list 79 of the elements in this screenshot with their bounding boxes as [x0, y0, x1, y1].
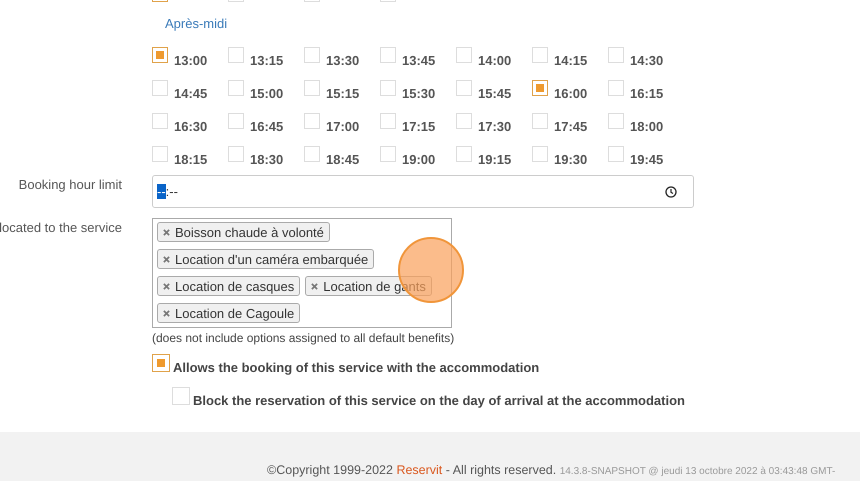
time-label: 16:00 — [554, 86, 588, 101]
clock-icon[interactable] — [665, 186, 677, 198]
time-label: 18:30 — [250, 152, 284, 167]
remove-icon[interactable] — [163, 282, 170, 290]
tag-chip[interactable]: Location de Cagoule — [157, 303, 300, 323]
time-label: 14:15 — [554, 53, 588, 68]
checkbox[interactable] — [228, 47, 244, 63]
time-label: 13:45 — [402, 53, 436, 68]
time-label: 18:45 — [326, 152, 360, 167]
time-field[interactable]: --:-- — [152, 175, 694, 208]
checkbox[interactable] — [532, 113, 548, 129]
time-label: 15:30 — [402, 86, 436, 101]
time-label: 13:15 — [250, 53, 284, 68]
checkbox[interactable] — [380, 80, 396, 96]
time-label: 16:30 — [174, 119, 208, 134]
time-label: 19:15 — [478, 152, 512, 167]
remove-icon[interactable] — [311, 282, 318, 290]
time-label: 19:00 — [402, 152, 436, 167]
checkbox[interactable] — [152, 146, 168, 162]
time-label: 14:45 — [174, 86, 208, 101]
checkbox[interactable] — [152, 354, 170, 372]
time-label: 15:15 — [326, 86, 360, 101]
checkbox[interactable] — [304, 146, 320, 162]
remove-icon[interactable] — [163, 310, 170, 316]
hint-text: (does not include options assigned to all default benefits) — [152, 331, 456, 345]
checkbox[interactable] — [608, 146, 624, 162]
checkbox[interactable] — [608, 80, 624, 96]
remove-icon[interactable] — [163, 228, 170, 236]
time-label: 15:45 — [478, 86, 512, 101]
checkbox[interactable] — [152, 80, 168, 96]
checkbox[interactable] — [380, 146, 396, 162]
time-label: 17:00 — [326, 119, 360, 134]
checkbox[interactable] — [380, 47, 396, 63]
time-label: 18:15 — [174, 152, 208, 167]
time-label: 15:00 — [250, 86, 284, 101]
tag-chip[interactable]: Location de casques — [157, 276, 300, 296]
time-label: 17:30 — [478, 119, 512, 134]
checkbox[interactable] — [456, 113, 472, 129]
time-label: 14:30 — [630, 53, 664, 68]
checkbox-label: Allows the booking of this service with the accommodation — [173, 360, 540, 375]
checkbox[interactable] — [532, 80, 548, 96]
field-label: Booking hour limit — [18, 177, 122, 192]
checkbox[interactable] — [532, 146, 548, 162]
tag-chip[interactable]: Location d'un caméra embarquée — [157, 249, 374, 269]
checkbox[interactable] — [304, 80, 320, 96]
checkbox[interactable] — [228, 146, 244, 162]
section-title: Après-midi — [165, 16, 228, 31]
checkbox[interactable] — [304, 47, 320, 63]
time-label: 19:30 — [554, 152, 588, 167]
time-label: 16:45 — [250, 119, 284, 134]
time-label: 19:45 — [630, 152, 664, 167]
checkbox[interactable] — [152, 47, 168, 63]
copyright-text: ©Copyright 1999-2022 — [267, 463, 394, 477]
checkbox[interactable] — [608, 47, 624, 63]
tag-chip[interactable]: Boisson chaude à volonté — [157, 222, 330, 242]
checkbox[interactable] — [380, 113, 396, 129]
checkbox[interactable] — [456, 80, 472, 96]
remove-icon[interactable] — [163, 256, 170, 262]
rights-text: - All rights reserved. — [444, 463, 558, 477]
time-label: 13:30 — [326, 53, 360, 68]
checkbox[interactable] — [228, 113, 244, 129]
brand-link[interactable]: Reservit — [396, 463, 442, 477]
time-label: 17:15 — [402, 119, 436, 134]
version-text: 14.3.8-SNAPSHOT @ jeudi 13 octobre 2022 à 03:43:48 GMT- — [560, 466, 836, 477]
time-label: 16:15 — [630, 86, 664, 101]
checkbox[interactable] — [304, 113, 320, 129]
time-label: 14:00 — [478, 53, 512, 68]
checkbox[interactable] — [172, 387, 190, 405]
checkbox-label: Block the reservation of this service on the day of arrival at the accommodation — [193, 393, 685, 408]
time-label: 13:00 — [174, 53, 208, 68]
checkbox[interactable] — [456, 47, 472, 63]
time-label: 18:00 — [630, 119, 664, 134]
field-label: located to the service — [0, 220, 122, 235]
checkbox[interactable] — [532, 47, 548, 63]
time-label: 17:45 — [554, 119, 588, 134]
checkbox[interactable] — [608, 113, 624, 129]
checkbox[interactable] — [456, 146, 472, 162]
checkbox[interactable] — [152, 113, 168, 129]
checkbox[interactable] — [228, 80, 244, 96]
